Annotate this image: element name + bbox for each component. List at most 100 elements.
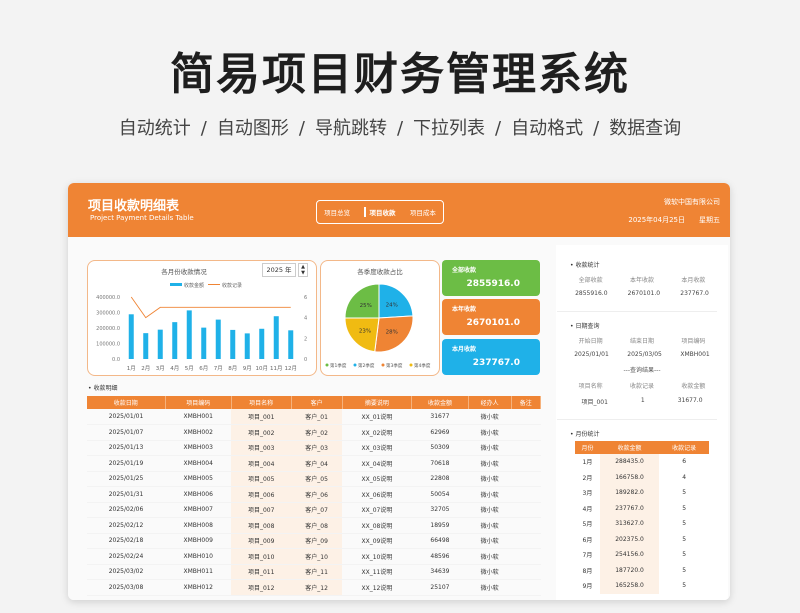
nav-tabs: 项目总览 项目收款 项目成本 <box>316 200 444 224</box>
x-tick-label: 12月 <box>285 365 298 372</box>
table-row[interactable]: 2025/02/24 XMBH010 项目_010 客户_10 XX_10说明 48596… <box>87 548 541 565</box>
stats-headers: 全部收款 本年收款 本月收款 <box>565 275 719 284</box>
table-row[interactable]: 2025/01/19 XMBH004 项目_004 客户_04 XX_04说明 70618… <box>87 455 541 472</box>
query-result-label: ---查询结果--- <box>623 367 661 374</box>
table-cell: 微小软 <box>468 517 512 534</box>
stat-value: 2855916.0 <box>575 290 608 297</box>
legend-label: 收款记录 <box>222 282 242 289</box>
table-cell: 客户_12 <box>291 579 343 596</box>
pie-label: 23% <box>359 328 371 334</box>
table-cell: 客户_01 <box>291 409 343 425</box>
project-code-field[interactable]: XMBH001 <box>680 351 709 358</box>
table-row[interactable]: 2025/01/25 XMBH005 项目_005 客户_05 XX_05说明 22808… <box>87 471 541 487</box>
table-cell: 2月 <box>582 474 593 482</box>
bar-1月 <box>128 314 134 359</box>
table-cell: 项目_006 <box>231 486 292 503</box>
table-cell: 项目_002 <box>231 424 292 441</box>
table-cell: 4月 <box>582 505 593 513</box>
column-header[interactable]: 备注 <box>511 396 542 409</box>
column-header[interactable]: 客户 <box>291 396 343 409</box>
table-cell: XMBH008 <box>165 517 232 534</box>
stat-header: 本年收款 <box>629 277 654 284</box>
table-cell: 187720.0 <box>599 562 660 578</box>
kpi-year-label: 本年收款 <box>452 306 477 313</box>
table-row[interactable]: 2025/02/06 XMBH007 项目_007 客户_07 XX_07说明 32705… <box>87 502 541 518</box>
page-title: 项目收款明细表 <box>88 199 180 214</box>
table-cell: 313627.0 <box>599 516 660 532</box>
column-header[interactable]: 经办人 <box>468 396 512 409</box>
divider <box>557 311 717 312</box>
column-header[interactable]: 收款金额 <box>411 396 469 409</box>
separator: / <box>200 118 207 139</box>
table-row[interactable]: 2025/01/07 XMBH002 项目_002 客户_02 XX_02说明 62969… <box>87 424 541 441</box>
table-cell: 微小软 <box>468 455 512 472</box>
table-row[interactable]: 2025/01/01 XMBH001 项目_001 客户_01 XX_01说明 31677… <box>87 409 541 425</box>
table-cell: XMBH007 <box>165 502 232 518</box>
feature-item: 自动图形 <box>216 118 289 139</box>
table-cell: XX_11说明 <box>342 564 412 580</box>
table-row[interactable]: 2025/02/18 XMBH009 项目_009 客户_09 XX_09说明 66498… <box>87 533 541 549</box>
table-cell: 2025/02/12 <box>87 517 166 534</box>
table-cell: 8月 <box>582 567 593 575</box>
table-cell: 2025/03/02 <box>87 564 166 580</box>
hero-title: 简易项目财务管理系统 <box>170 49 630 100</box>
header-bar: 项目收款明细表 Project Payment Details Table 项目… <box>68 183 730 237</box>
table-cell: 微小软 <box>468 548 512 565</box>
table-cell: XX_06说明 <box>342 486 412 503</box>
tab-cost[interactable]: 项目成本 <box>410 207 436 217</box>
result-header: 收款记录 <box>629 383 654 390</box>
start-date-field[interactable]: 2025/01/01 <box>574 351 609 358</box>
table-row[interactable]: 2025/01/13 XMBH003 项目_003 客户_03 XX_03说明 50309… <box>87 440 541 456</box>
table-cell: XX_02说明 <box>342 424 412 441</box>
kpi-year-value: 2670101.0 <box>466 318 520 328</box>
x-tick-label: 8月 <box>228 365 237 372</box>
table-cell: 客户_05 <box>291 471 343 487</box>
table-cell: 微小软 <box>468 486 512 503</box>
table-cell: 2025/03/08 <box>87 579 166 596</box>
feature-list: 自动统计 / 自动图形 / 导航跳转 / 下拉列表 / 自动格式 / 数据查询 <box>0 114 800 140</box>
tab-payment[interactable]: 项目收款 <box>364 207 395 217</box>
table-cell: 2025/01/01 <box>87 409 166 425</box>
table-cell: 2025/02/24 <box>87 548 166 565</box>
table-cell <box>511 517 541 534</box>
separator: / <box>495 118 502 139</box>
table-row[interactable]: 2025/02/12 XMBH008 项目_008 客户_08 XX_08说明 18959… <box>87 517 541 534</box>
pie-chart-svg: 24% 28% 23% 25% 第1季度 第2季度 第3季度 第4季度 <box>325 283 431 369</box>
table-cell: 5 <box>682 582 687 590</box>
column-header[interactable]: 收款日期 <box>87 396 166 409</box>
table-cell: 项目_004 <box>231 455 292 472</box>
kpi-total-label: 全部收款 <box>452 267 477 274</box>
table-row: 7月 254156.0 5 <box>575 547 709 563</box>
table-row[interactable]: 2025/01/31 XMBH006 项目_006 客户_06 XX_06说明 50054… <box>87 486 541 503</box>
table-row: 4月 237767.0 5 <box>575 500 709 516</box>
y-tick-label: 300000.0 <box>96 311 120 317</box>
detail-table: 收款日期 项目编码 项目名称 客户 摘要说明 收款金额 经办人 备注 2025/01/01 XM… <box>87 396 542 596</box>
result-value: 1 <box>640 397 645 404</box>
table-cell: XX_09说明 <box>342 533 412 549</box>
tab-overview[interactable]: 项目总览 <box>324 207 350 217</box>
result-header: 收款金额 <box>681 383 706 390</box>
table-cell: 1月 <box>582 459 593 467</box>
kpi-year: 本年收款 2670101.0 <box>442 299 540 335</box>
pie-label: 28% <box>386 330 398 336</box>
feature-item: 数据查询 <box>609 118 682 139</box>
table-row[interactable]: 2025/03/02 XMBH011 项目_011 客户_11 XX_11说明 34639… <box>87 564 541 580</box>
bar-11月 <box>273 316 279 359</box>
legend-bar-swatch <box>170 283 182 286</box>
table-cell <box>511 424 541 441</box>
table-row[interactable]: 2025/03/08 XMBH012 项目_012 客户_12 XX_12说明 25107… <box>87 579 541 596</box>
table-cell: 5 <box>682 504 687 512</box>
table-cell: 微小软 <box>468 579 512 596</box>
table-cell: 254156.0 <box>599 547 660 563</box>
table-cell: 237767.0 <box>599 500 660 516</box>
table-cell: 项目_001 <box>231 409 292 425</box>
column-header[interactable]: 项目编码 <box>165 396 232 409</box>
bar-4月 <box>172 322 178 359</box>
column-header[interactable]: 摘要说明 <box>342 396 413 409</box>
table-cell: 项目_003 <box>231 440 292 456</box>
table-cell: 18959 <box>411 517 469 534</box>
end-date-field[interactable]: 2025/03/05 <box>627 351 662 358</box>
column-header[interactable]: 项目名称 <box>231 396 292 409</box>
monthly-section-label: 月份统计 <box>570 429 599 438</box>
pie-legend-swatch <box>381 363 385 367</box>
